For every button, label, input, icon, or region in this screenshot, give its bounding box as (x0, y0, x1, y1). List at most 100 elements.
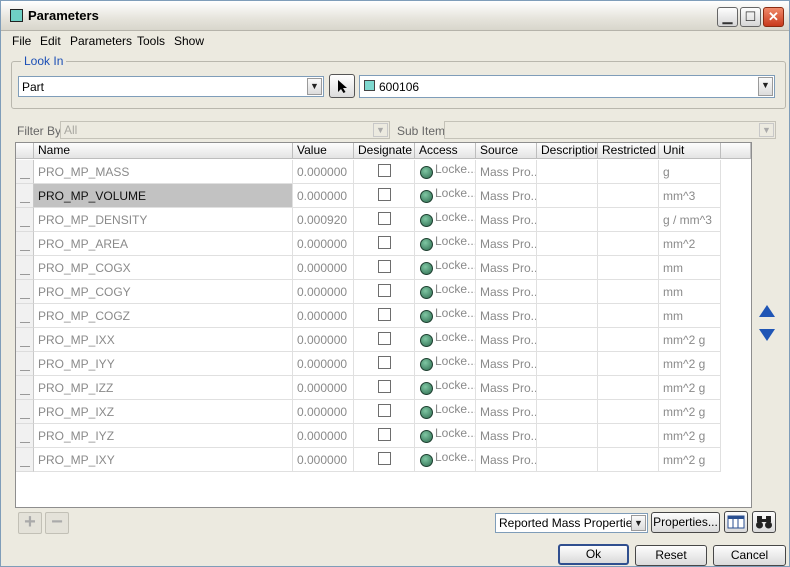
cell-restricted[interactable] (598, 304, 659, 328)
cell-description[interactable] (537, 328, 598, 352)
cell-unit[interactable]: mm (659, 304, 721, 328)
cell-value[interactable]: 0.000000 (293, 328, 354, 352)
row-header[interactable] (16, 448, 34, 472)
cell-value[interactable]: 0.000000 (293, 424, 354, 448)
column-header-restricted[interactable]: Restricted (598, 143, 659, 159)
cell-access[interactable]: Locke... (415, 448, 476, 472)
close-button[interactable]: ✕ (763, 7, 784, 27)
designate-checkbox[interactable] (378, 380, 391, 393)
cell-name[interactable]: PRO_MP_IYZ (34, 424, 293, 448)
cell-access[interactable]: Locke... (415, 232, 476, 256)
menu-tools[interactable]: Tools (137, 34, 165, 48)
menu-edit[interactable]: Edit (40, 34, 61, 48)
cell-unit[interactable]: mm^2 g (659, 352, 721, 376)
cell-access[interactable]: Locke... (415, 280, 476, 304)
cell-source[interactable]: Mass Pro... (476, 328, 537, 352)
cell-source[interactable]: Mass Pro... (476, 160, 537, 184)
cell-value[interactable]: 0.000000 (293, 232, 354, 256)
column-header-name[interactable]: Name (34, 143, 293, 159)
cell-description[interactable] (537, 352, 598, 376)
designate-checkbox[interactable] (378, 260, 391, 273)
cell-access[interactable]: Locke... (415, 328, 476, 352)
minimize-button[interactable]: ▁ (717, 7, 738, 27)
cell-access[interactable]: Locke... (415, 184, 476, 208)
chevron-down-icon[interactable]: ▼ (759, 123, 774, 137)
cell-unit[interactable]: mm^2 g (659, 424, 721, 448)
cell-unit[interactable]: g / mm^3 (659, 208, 721, 232)
cell-access[interactable]: Locke... (415, 424, 476, 448)
cell-restricted[interactable] (598, 280, 659, 304)
find-parameter-button[interactable] (752, 511, 776, 533)
cell-name[interactable]: PRO_MP_COGZ (34, 304, 293, 328)
cell-unit[interactable]: mm^3 (659, 184, 721, 208)
filter-by-combo[interactable]: All ▼ (60, 121, 390, 139)
row-header[interactable] (16, 160, 34, 184)
designate-checkbox[interactable] (378, 284, 391, 297)
cell-value[interactable]: 0.000000 (293, 160, 354, 184)
menu-parameters[interactable]: Parameters (70, 34, 132, 48)
cell-access[interactable]: Locke... (415, 352, 476, 376)
cell-unit[interactable]: mm^2 g (659, 448, 721, 472)
cell-value[interactable]: 0.000000 (293, 400, 354, 424)
cell-restricted[interactable] (598, 352, 659, 376)
cell-value[interactable]: 0.000000 (293, 184, 354, 208)
chevron-down-icon[interactable]: ▼ (307, 78, 322, 95)
cancel-button[interactable]: Cancel (713, 545, 786, 566)
properties-button[interactable]: Properties... (651, 512, 720, 533)
cell-value[interactable]: 0.000000 (293, 280, 354, 304)
move-down-arrow-icon[interactable] (759, 329, 775, 341)
cell-description[interactable] (537, 280, 598, 304)
cell-access[interactable]: Locke... (415, 400, 476, 424)
cell-description[interactable] (537, 208, 598, 232)
properties-combo[interactable]: Reported Mass Properties ▼ (495, 513, 648, 533)
cell-source[interactable]: Mass Pro... (476, 448, 537, 472)
cell-unit[interactable]: mm^2 g (659, 376, 721, 400)
cell-restricted[interactable] (598, 376, 659, 400)
cell-description[interactable] (537, 184, 598, 208)
row-header[interactable] (16, 208, 34, 232)
row-header[interactable] (16, 280, 34, 304)
cell-unit[interactable]: mm (659, 280, 721, 304)
cell-restricted[interactable] (598, 184, 659, 208)
cell-restricted[interactable] (598, 256, 659, 280)
cell-description[interactable] (537, 232, 598, 256)
cell-restricted[interactable] (598, 448, 659, 472)
cell-source[interactable]: Mass Pro... (476, 232, 537, 256)
row-header[interactable] (16, 256, 34, 280)
designate-checkbox[interactable] (378, 236, 391, 249)
cell-source[interactable]: Mass Pro... (476, 184, 537, 208)
cell-value[interactable]: 0.000920 (293, 208, 354, 232)
designate-checkbox[interactable] (378, 212, 391, 225)
cell-source[interactable]: Mass Pro... (476, 352, 537, 376)
chevron-down-icon[interactable]: ▼ (373, 123, 388, 137)
column-header-unit[interactable]: Unit (659, 143, 721, 159)
add-parameter-button[interactable]: + (18, 512, 42, 534)
cell-name[interactable]: PRO_MP_IXX (34, 328, 293, 352)
designate-checkbox[interactable] (378, 308, 391, 321)
reset-button[interactable]: Reset (635, 545, 707, 566)
remove-parameter-button[interactable]: − (45, 512, 69, 534)
chevron-down-icon[interactable]: ▼ (758, 77, 773, 96)
column-header-designate[interactable]: Designate (354, 143, 415, 159)
designate-checkbox[interactable] (378, 452, 391, 465)
column-header-source[interactable]: Source (476, 143, 537, 159)
cell-name[interactable]: PRO_MP_VOLUME (34, 184, 293, 208)
designate-checkbox[interactable] (378, 356, 391, 369)
row-header[interactable] (16, 376, 34, 400)
cell-description[interactable] (537, 376, 598, 400)
designate-checkbox[interactable] (378, 404, 391, 417)
cell-unit[interactable]: g (659, 160, 721, 184)
cell-access[interactable]: Locke... (415, 304, 476, 328)
cell-name[interactable]: PRO_MP_IXZ (34, 400, 293, 424)
cell-name[interactable]: PRO_MP_DENSITY (34, 208, 293, 232)
cell-restricted[interactable] (598, 424, 659, 448)
cell-description[interactable] (537, 400, 598, 424)
cell-restricted[interactable] (598, 208, 659, 232)
cell-description[interactable] (537, 304, 598, 328)
designate-checkbox[interactable] (378, 188, 391, 201)
cell-value[interactable]: 0.000000 (293, 256, 354, 280)
cell-source[interactable]: Mass Pro... (476, 400, 537, 424)
cell-unit[interactable]: mm^2 g (659, 400, 721, 424)
look-in-type-combo[interactable]: Part ▼ (18, 76, 324, 97)
cell-source[interactable]: Mass Pro... (476, 256, 537, 280)
